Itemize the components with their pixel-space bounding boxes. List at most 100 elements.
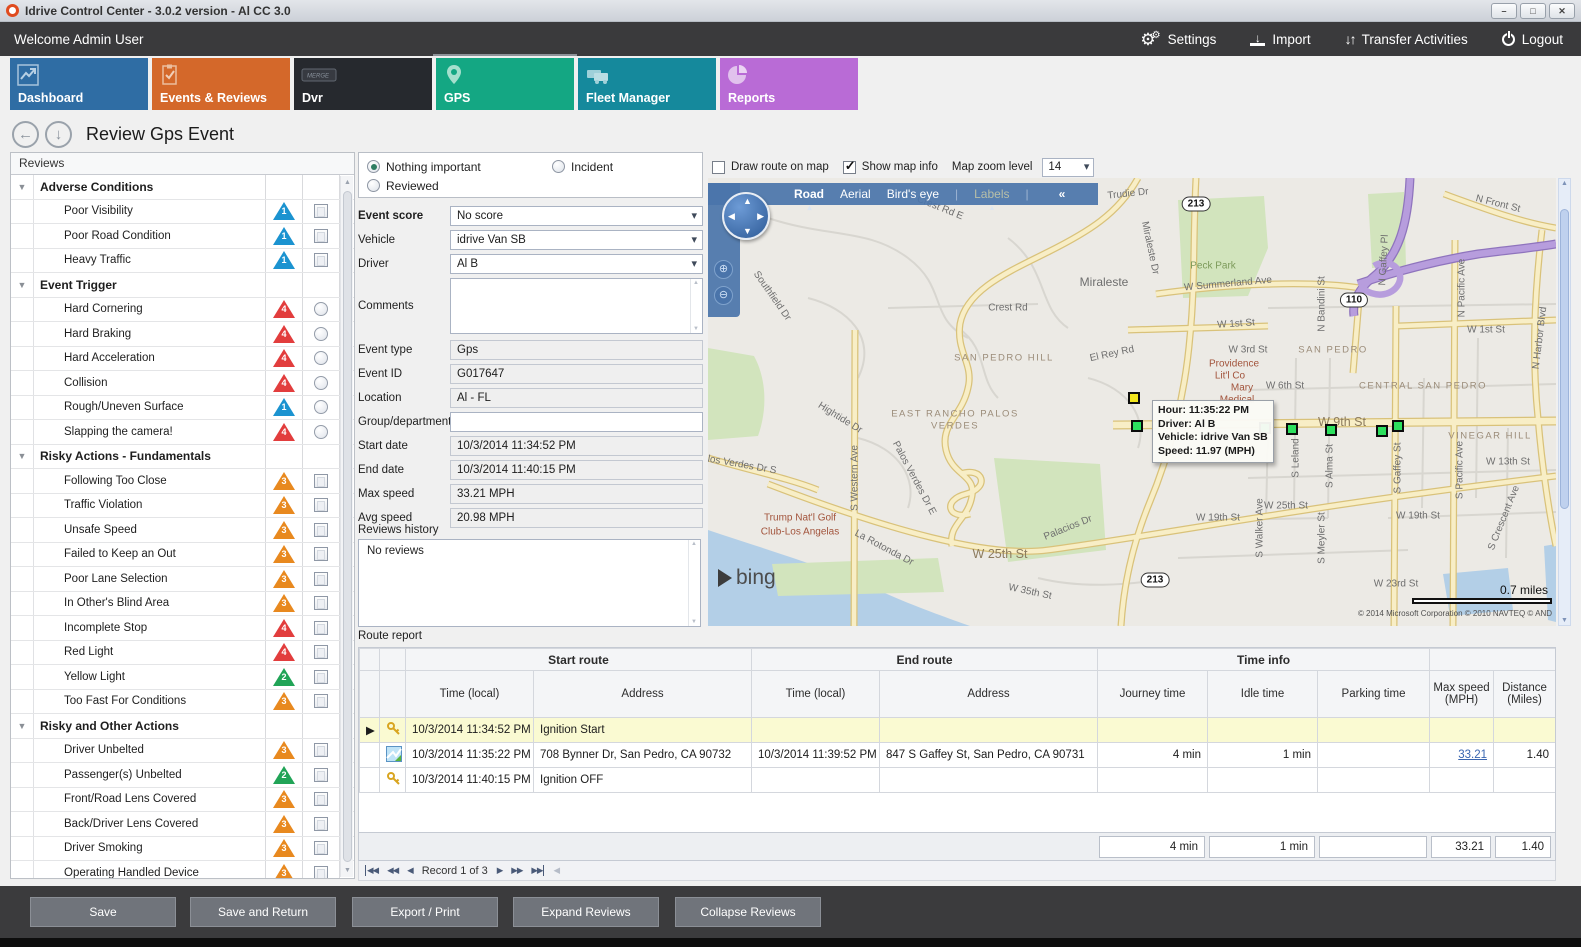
back-button[interactable]: ← (12, 121, 39, 148)
logout-button[interactable]: Logout (1502, 32, 1563, 47)
col-idle-time[interactable]: Idle time (1208, 671, 1318, 718)
review-checkbox[interactable] (314, 743, 328, 757)
tab-reports[interactable]: Reports (720, 58, 858, 110)
review-radio[interactable] (314, 400, 328, 414)
review-item-row[interactable]: Operating Handled Device3 (11, 861, 354, 879)
review-item-row[interactable]: Failed to Keep an Out3 (11, 543, 354, 568)
col-start-time[interactable]: Time (local) (406, 671, 534, 718)
down-button[interactable]: ↓ (45, 121, 72, 148)
reviews-history-scrollbar[interactable] (688, 540, 700, 626)
map-compass[interactable]: ▲▼◀▶ (722, 192, 770, 240)
review-checkbox[interactable] (314, 204, 328, 218)
col-start-address[interactable]: Address (534, 671, 752, 718)
minimize-button[interactable]: – (1491, 3, 1517, 19)
route-table-row[interactable]: 10/3/2014 11:35:22 PM708 Bynner Dr, San … (360, 743, 1556, 768)
draw-route-checkbox[interactable] (712, 161, 725, 174)
save-and-return-button[interactable]: Save and Return (190, 897, 336, 927)
review-radio[interactable] (314, 425, 328, 439)
vehicle-combo[interactable]: idrive Van SB (450, 230, 703, 250)
review-checkbox[interactable] (314, 841, 328, 855)
expander-icon[interactable]: ▼ (11, 451, 33, 461)
review-item-row[interactable]: Following Too Close3 (11, 469, 354, 494)
review-item-row[interactable]: Yellow Light2 (11, 665, 354, 690)
map-zoom-level-combo[interactable]: 14 (1042, 158, 1094, 177)
col-end-time[interactable]: Time (local) (752, 671, 880, 718)
review-item-row[interactable]: Rough/Uneven Surface1 (11, 396, 354, 421)
review-checkbox[interactable] (314, 866, 328, 879)
show-map-info-checkbox[interactable] (843, 161, 856, 174)
record-prev-page-button[interactable]: ◀◀ (387, 865, 398, 876)
tab-gps[interactable]: GPS (436, 58, 574, 110)
tab-fleet-manager[interactable]: Fleet Manager (578, 58, 716, 110)
route-table-row[interactable]: ▶10/3/2014 11:34:52 PMIgnition Start (360, 718, 1556, 743)
record-next-button[interactable]: ▶ (497, 865, 503, 876)
comments-textarea[interactable] (450, 278, 703, 334)
review-item-row[interactable]: Driver Smoking3 (11, 837, 354, 862)
review-checkbox[interactable] (314, 792, 328, 806)
review-radio[interactable] (314, 376, 328, 390)
route-point-marker-green[interactable] (1286, 423, 1298, 435)
review-item-row[interactable]: Driver Unbelted3 (11, 739, 354, 764)
event-score-combo[interactable]: No score (450, 206, 703, 226)
review-checkbox[interactable] (314, 670, 328, 684)
scroll-thumb[interactable] (1560, 209, 1569, 509)
map-nav-aerial[interactable]: Aerial (840, 187, 871, 201)
review-checkbox[interactable] (314, 547, 328, 561)
radio-reviewed[interactable]: Reviewed (367, 176, 694, 195)
review-checkbox[interactable] (314, 645, 328, 659)
scroll-up-icon[interactable]: ▲ (341, 176, 354, 189)
review-item-row[interactable]: Collision4 (11, 371, 354, 396)
reviews-group-row[interactable]: ▼Adverse Conditions (11, 175, 354, 200)
tab-events-reviews[interactable]: Events & Reviews (152, 58, 290, 110)
settings-button[interactable]: ⚙⚙ Settings (1140, 31, 1216, 48)
route-point-marker-green[interactable] (1376, 425, 1388, 437)
radio-icon[interactable] (552, 160, 565, 173)
radio-icon[interactable] (367, 179, 380, 192)
review-item-row[interactable]: Passenger(s) Unbelted2 (11, 763, 354, 788)
review-item-row[interactable]: Back/Driver Lens Covered3 (11, 812, 354, 837)
group-department-field[interactable] (450, 412, 703, 432)
max-speed-link[interactable]: 33.21 (1458, 749, 1487, 761)
review-item-row[interactable]: Hard Cornering4 (11, 298, 354, 323)
review-checkbox[interactable] (314, 498, 328, 512)
review-item-row[interactable]: Red Light4 (11, 641, 354, 666)
tab-dvr[interactable]: MERGE Dvr (294, 58, 432, 110)
expander-icon[interactable]: ▼ (11, 721, 33, 731)
reviews-group-row[interactable]: ▼Event Trigger (11, 273, 354, 298)
comments-scrollbar[interactable] (690, 279, 702, 333)
review-checkbox[interactable] (314, 768, 328, 782)
review-item-row[interactable]: Hard Acceleration4 (11, 347, 354, 372)
review-item-row[interactable]: Slapping the camera!4 (11, 420, 354, 445)
import-button[interactable]: ↓ Import (1250, 32, 1310, 47)
hscroll-left-icon[interactable]: ◀ (553, 865, 559, 876)
collapse-reviews-button[interactable]: Collapse Reviews (675, 897, 821, 927)
review-checkbox[interactable] (314, 596, 328, 610)
maximize-button[interactable]: □ (1520, 3, 1546, 19)
scroll-down-icon[interactable]: ▼ (341, 864, 354, 877)
review-item-row[interactable]: Poor Road Condition1 (11, 224, 354, 249)
record-last-button[interactable]: ▶▶ (531, 865, 544, 876)
record-next-page-button[interactable]: ▶▶ (511, 865, 522, 876)
map-nav-birdseye[interactable]: Bird's eye (887, 187, 939, 201)
route-table-row[interactable]: 10/3/2014 11:40:15 PMIgnition OFF (360, 768, 1556, 793)
export-print-button[interactable]: Export / Print (352, 897, 498, 927)
col-max-speed[interactable]: Max speed (MPH) (1430, 671, 1494, 718)
review-radio[interactable] (314, 327, 328, 341)
transfer-activities-button[interactable]: ↓↑ Transfer Activities (1345, 31, 1468, 47)
reviews-scrollbar[interactable]: ▲ ▼ (340, 176, 353, 877)
expander-icon[interactable]: ▼ (11, 182, 33, 192)
col-distance[interactable]: Distance (Miles) (1494, 671, 1556, 718)
save-button[interactable]: Save (30, 897, 176, 927)
col-end-address[interactable]: Address (880, 671, 1098, 718)
reviews-group-row[interactable]: ▼Risky Actions - Fundamentals (11, 445, 354, 470)
review-checkbox[interactable] (314, 474, 328, 488)
radio-incident[interactable]: Incident (552, 157, 613, 176)
review-checkbox[interactable] (314, 621, 328, 635)
record-prev-button[interactable]: ◀ (407, 865, 413, 876)
map-scrollbar[interactable]: ▲ ▼ (1558, 178, 1571, 626)
review-item-row[interactable]: Poor Visibility1 (11, 200, 354, 225)
review-checkbox[interactable] (314, 694, 328, 708)
review-checkbox[interactable] (314, 253, 328, 267)
review-checkbox[interactable] (314, 229, 328, 243)
driver-combo[interactable]: Al B (450, 254, 703, 274)
